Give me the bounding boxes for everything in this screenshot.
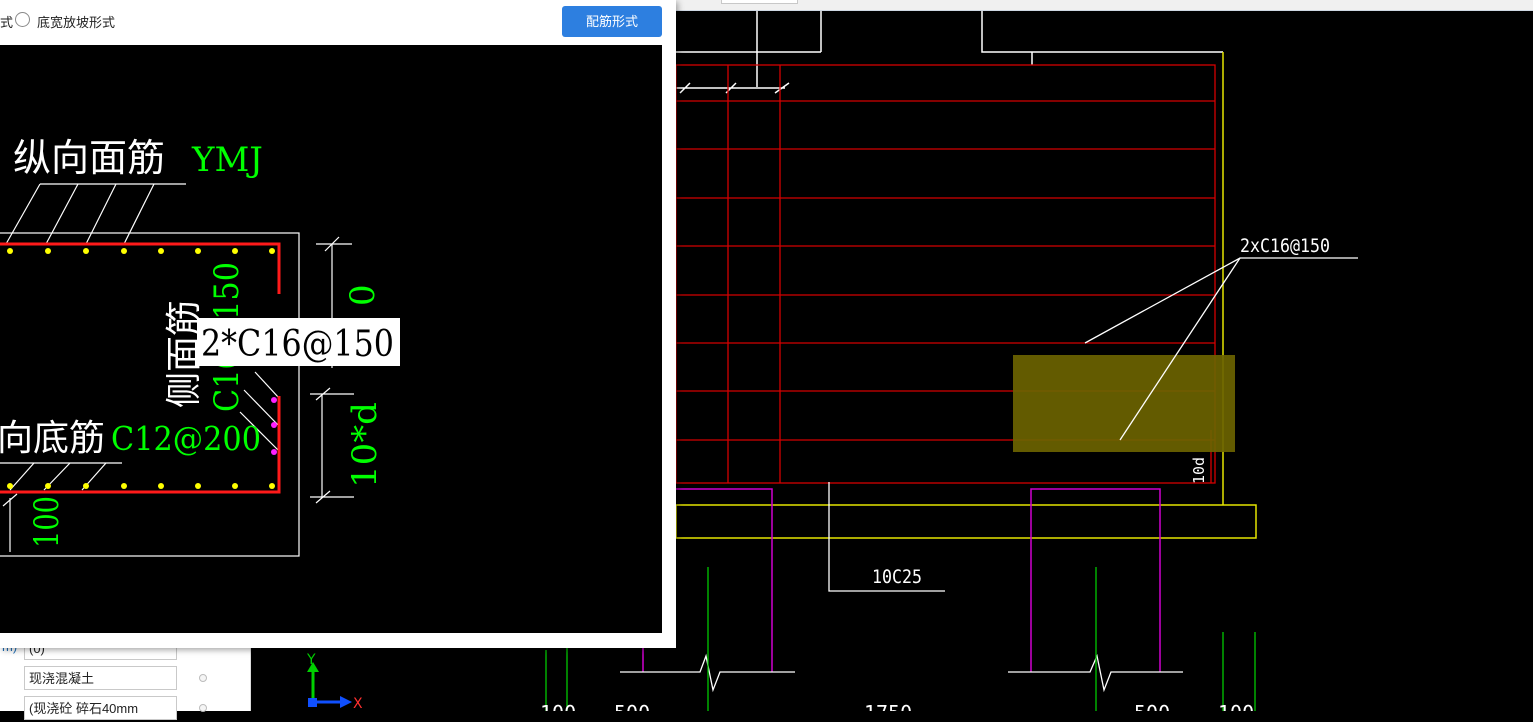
dimension-label: 100 [1218, 701, 1254, 711]
top-bar-code: YMJ [191, 140, 263, 180]
bottom-bar-code: C12@200 [111, 419, 261, 458]
frame-line [981, 10, 1223, 65]
dimension-ticks [676, 82, 790, 94]
leader-line-side-bar [1084, 257, 1358, 344]
dimension-right-top: 0 [343, 284, 383, 306]
property-option-dot[interactable] [199, 674, 207, 682]
top-toolbar-strip [676, 0, 1533, 11]
dimension-label: 100 [540, 701, 576, 711]
dimension-left-bottom: 100 [27, 496, 67, 548]
dimension-right-bottom: 10*d [345, 402, 385, 488]
property-value-field[interactable]: 现浇混凝土 [24, 666, 177, 690]
dimension-label: 1750 [864, 701, 912, 711]
dialog-toolbar: 式 底宽放坡形式 配筋形式 [0, 0, 676, 44]
top-bar-label: 纵向面筋 [13, 136, 165, 180]
hook-length-label: 10d [1190, 457, 1208, 484]
rebar-form-button[interactable]: 配筋形式 [562, 6, 662, 37]
rebar-form-dialog: 式 底宽放坡形式 配筋形式 纵向面筋 YMJ 向底筋 C12@200 侧面筋 0… [0, 0, 676, 648]
tooltip-text: 2*C16@150 [201, 324, 394, 365]
rebar-section-diagram: 纵向面筋 YMJ 向底筋 C12@200 侧面筋 C16@150 0 10*d … [0, 45, 662, 633]
side-bar-leader-label: 2xC16@150 [1240, 235, 1330, 257]
option-label-prefix: 式 [0, 15, 14, 30]
property-row: (现浇砼 碎石40mm [0, 696, 250, 722]
bottom-bar-note-label: 10C25 [872, 566, 922, 588]
property-row: 现浇混凝土 [0, 666, 250, 692]
ucs-axis-icon: Y X [306, 652, 363, 711]
toolbar-field[interactable] [721, 0, 798, 4]
ucs-x-label: X [353, 696, 363, 711]
rebar-tooltip: 2*C16@150 [197, 318, 400, 366]
bottom-bar-label: 向底筋 [0, 418, 105, 459]
property-value-field[interactable]: (现浇砼 碎石40mm [24, 696, 177, 720]
dimension-label: 500 [614, 701, 650, 711]
frame-line [676, 10, 822, 87]
selection-highlight [1013, 355, 1235, 452]
bottom-slope-option-label[interactable]: 底宽放坡形式 [37, 12, 115, 31]
properties-panel: m) (0) 现浇混凝土 (现浇砼 碎石40mm [0, 636, 251, 720]
ucs-y-label: Y [306, 652, 316, 668]
dimension-label: 500 [1134, 701, 1170, 711]
bottom-slope-radio[interactable] [15, 12, 30, 27]
